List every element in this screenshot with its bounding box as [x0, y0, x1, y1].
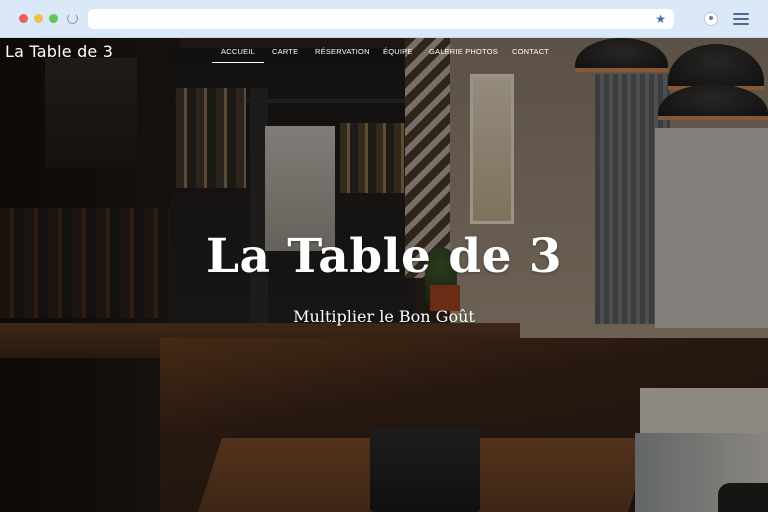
close-window-button[interactable]: [19, 14, 28, 23]
nav-carte[interactable]: Carte: [272, 43, 298, 63]
nav-reservation[interactable]: Réservation: [315, 43, 370, 63]
nav-equipe[interactable]: Équipe: [383, 43, 413, 63]
reload-icon[interactable]: [67, 13, 78, 24]
nav-galerie-photos[interactable]: Galerie photos: [429, 43, 498, 63]
bookmark-star-icon[interactable]: ★: [655, 11, 666, 27]
nav-contact[interactable]: Contact: [512, 43, 549, 63]
maximize-window-button[interactable]: [49, 14, 58, 23]
browser-toolbar: ★: [0, 0, 768, 38]
site-brand[interactable]: La Table de 3: [5, 42, 113, 61]
profile-icon[interactable]: [704, 12, 718, 26]
hero-subtitle: Multiplier le Bon Goût: [293, 307, 475, 326]
nav-accueil[interactable]: Accueil: [212, 43, 264, 63]
address-bar[interactable]: ★: [88, 9, 674, 29]
menu-icon[interactable]: [733, 13, 749, 25]
hero-title: La Table de 3: [205, 229, 563, 284]
minimize-window-button[interactable]: [34, 14, 43, 23]
